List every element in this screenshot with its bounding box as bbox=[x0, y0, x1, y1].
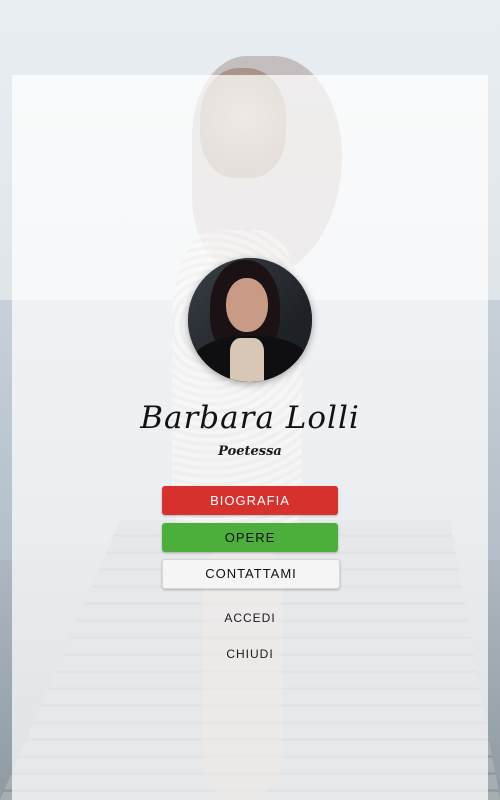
profile-role: Poetessa bbox=[218, 444, 282, 459]
menu-overlay-panel bbox=[12, 75, 488, 800]
biografia-button[interactable]: BIOGRAFIA bbox=[162, 486, 338, 515]
opere-button[interactable]: OPERE bbox=[162, 523, 338, 552]
profile-avatar bbox=[188, 258, 312, 382]
profile-name: Barbara Lolli bbox=[140, 400, 360, 436]
avatar-face bbox=[226, 278, 268, 332]
accedi-link[interactable]: ACCEDI bbox=[162, 606, 338, 630]
chiudi-link[interactable]: CHIUDI bbox=[162, 642, 338, 666]
contattami-button[interactable]: CONTATTAMI bbox=[162, 559, 340, 589]
avatar-top bbox=[230, 338, 264, 382]
